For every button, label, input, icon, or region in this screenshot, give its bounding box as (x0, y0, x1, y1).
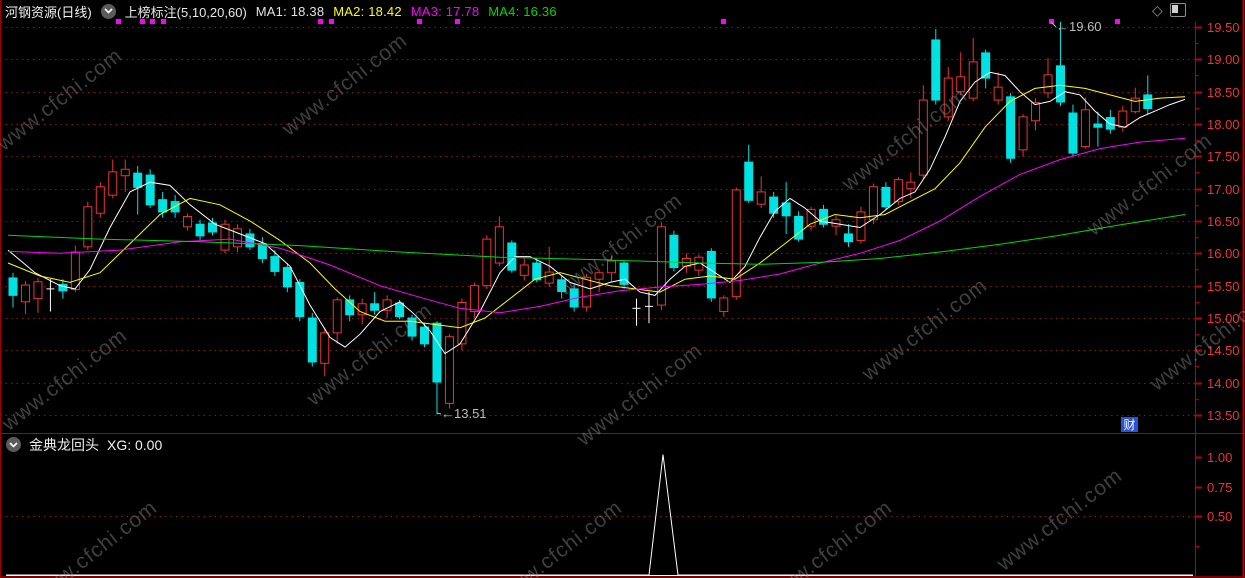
candlestick-chart-canvas[interactable]: 19.50 19.00 18.50 18.00 17.50 17.00 16.50 16.00… (0, 0, 1245, 578)
svg-text:0.75: 0.75 (1207, 480, 1232, 495)
collapse-chevron-icon[interactable] (100, 3, 116, 19)
sub-chart-header: 金典龙回头 XG: 0.00 (0, 436, 162, 453)
ma1-value-label: MA1: 18.38 (255, 3, 325, 19)
sub-collapse-chevron-icon[interactable] (6, 437, 21, 452)
svg-text:14.00: 14.00 (1207, 376, 1240, 391)
window-restore-icon[interactable] (1169, 3, 1186, 17)
ma3-value-label: MA3: 17.78 (410, 3, 480, 19)
stock-title: 河钢资源(日线) (5, 4, 92, 20)
svg-text:←13.51: ←13.51 (441, 406, 487, 421)
sub-indicator-name: 金典龙回头 (29, 436, 99, 453)
window-restore-inner (1171, 5, 1178, 13)
sub-indicator-value: XG: 0.00 (107, 436, 163, 453)
stock-app-window: 19.50 19.00 18.50 18.00 17.50 17.00 16.50 16.00… (0, 0, 1245, 578)
indicator-name: 上榜标注(5,10,20,60) (124, 4, 247, 20)
ma4-value-label: MA4: 16.36 (488, 3, 557, 19)
ma2-value-label: MA2: 18.42 (333, 3, 402, 19)
svg-text:17.50: 17.50 (1207, 149, 1240, 164)
main-chart-header: 河钢资源(日线) 上榜标注(5,10,20,60) MA1: 18.38 MA2… (0, 0, 1155, 22)
svg-text:18.50: 18.50 (1207, 85, 1240, 100)
svg-text:19.00: 19.00 (1207, 52, 1240, 67)
svg-text:14.50: 14.50 (1207, 343, 1240, 358)
svg-text:19.50: 19.50 (1207, 20, 1240, 35)
diamond-tool-icon[interactable]: ◇ (1152, 3, 1163, 17)
svg-text:财: 财 (1123, 418, 1135, 432)
svg-text:18.00: 18.00 (1207, 117, 1240, 132)
svg-text:15.00: 15.00 (1207, 311, 1240, 326)
svg-text:15.50: 15.50 (1207, 279, 1240, 294)
svg-text:17.00: 17.00 (1207, 182, 1240, 197)
svg-text:1.00: 1.00 (1207, 450, 1232, 465)
svg-text:16.50: 16.50 (1207, 214, 1240, 229)
svg-text:16.00: 16.00 (1207, 246, 1240, 261)
window-tool-icons: ◇ (1152, 3, 1186, 17)
svg-text:13.50: 13.50 (1207, 408, 1240, 423)
svg-text:0.50: 0.50 (1207, 509, 1232, 524)
